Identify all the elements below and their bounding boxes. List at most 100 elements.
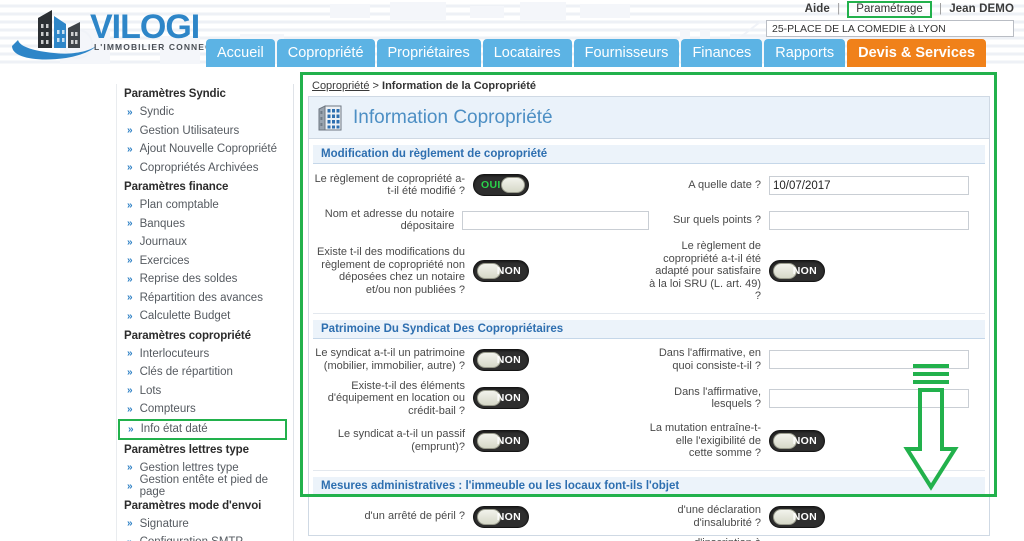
- form-field-right: Dans l'affirmative, en quoi consiste-t-i…: [649, 347, 985, 372]
- vilogi-logo[interactable]: VILOGI L'IMMOBILIER CONNECTÉ: [8, 2, 220, 64]
- settings-sidebar: Paramètres Syndic » Syndic » Gestion Utilisa…: [116, 84, 294, 541]
- sidebar-item-journaux[interactable]: » Journaux: [117, 233, 293, 252]
- field-label-nom-et-adresse-du-notaire-depositaire: Nom et adresse du notaire dépositaire: [324, 207, 455, 233]
- panel-title-bar: Information Copropriété: [309, 97, 989, 139]
- sidebar-item-info-etat-date[interactable]: » Info état daté: [118, 418, 287, 440]
- user-name[interactable]: Jean DEMO: [949, 3, 1014, 15]
- sidebar-item-exercices[interactable]: » Exercices: [117, 252, 293, 271]
- toggle-existe-t-il-des-modifications-du-reglement-de-co[interactable]: NON: [473, 260, 529, 283]
- input-dans-l-affirmative-lesquels[interactable]: [769, 388, 969, 408]
- toggle-value-label: NON: [792, 434, 817, 447]
- settings-link[interactable]: Paramétrage: [847, 1, 932, 18]
- toggle-value-label: OUI: [481, 179, 501, 191]
- nav-tab-fournisseurs[interactable]: Fournisseurs: [573, 39, 680, 67]
- input-a-quelle-date[interactable]: 10/07/2017: [769, 175, 969, 195]
- toggle-le-reglement-de-copropriete-a-t-il-ete-modifie[interactable]: OUI: [473, 174, 529, 196]
- toggle-value-label: NON: [496, 353, 521, 366]
- toggle-d-une-declaration-d-insalubrite[interactable]: NON: [769, 505, 825, 528]
- form-row: d'une injonction de travaux ?NONd'inscri…: [313, 537, 985, 541]
- toggle-d-un-arrete-de-peril[interactable]: NON: [473, 505, 529, 528]
- chevron-right-icon: »: [127, 310, 133, 322]
- sidebar-item-coproprietes-archivees[interactable]: » Copropriétés Archivées: [117, 159, 293, 178]
- sidebar-item-configuration-smtp[interactable]: » Configuration SMTP: [117, 533, 293, 541]
- field-label-le-reglement-de-copropriete-a-t-il-ete-adapte-po: Le règlement de copropriété a-t-il été a…: [649, 240, 761, 302]
- building-icon: [318, 104, 342, 130]
- form-row: Le règlement de copropriété a-t-il été m…: [313, 170, 985, 200]
- toggle-la-mutation-entraine-t-elle-l-exigibilite-de-cet[interactable]: NON: [769, 429, 825, 452]
- sidebar-item-label: Interlocuteurs: [139, 347, 210, 360]
- chevron-right-icon: »: [127, 125, 133, 137]
- sidebar-item-gestion-utilisateurs[interactable]: » Gestion Utilisateurs: [117, 122, 293, 141]
- chevron-right-icon: »: [127, 385, 133, 397]
- input-nom-et-adresse-du-notaire-depositaire[interactable]: [462, 210, 649, 230]
- form-row: Le syndicat a-t-il un passif (emprunt)? N…: [313, 422, 985, 460]
- sidebar-item-reprise-des-soldes[interactable]: » Reprise des soldes: [117, 270, 293, 289]
- header-separator-1: |: [837, 3, 841, 15]
- sidebar-item-signature[interactable]: » Signature: [117, 515, 293, 534]
- nav-tab-locataires[interactable]: Locataires: [482, 39, 572, 67]
- sidebar-item-label: Lots: [139, 384, 162, 397]
- chevron-right-icon: »: [127, 199, 133, 211]
- form-field-left: Existe t-il des modifications du règleme…: [313, 246, 649, 296]
- section-header-patrimoine-du-syndicat-des-coproprietaires: Patrimoine Du Syndicat Des Copropriétair…: [313, 319, 985, 339]
- form-field-right: d'inscription à l'inventaire ou de class…: [649, 537, 985, 541]
- field-label-sur-quels-points: Sur quels points ?: [672, 213, 761, 226]
- sidebar-item-gestion-entete-et-pied-de-page[interactable]: » Gestion entête et pied de page: [117, 474, 293, 498]
- form-field-right: Le règlement de copropriété a-t-il été a…: [649, 240, 985, 303]
- sidebar-item-label: Reprise des soldes: [139, 273, 238, 286]
- section-body-modification-du-reglement-de-copropriete: Le règlement de copropriété a-t-il été m…: [313, 164, 985, 314]
- sidebar-item-label: Gestion Utilisateurs: [139, 124, 240, 137]
- nav-tab-rapports[interactable]: Rapports: [764, 39, 846, 67]
- nav-tab-finances[interactable]: Finances: [681, 39, 763, 67]
- sidebar-group-title-parametres-mode-d-envoi: Paramètres mode d'envoi: [124, 499, 262, 512]
- toggle-value-label: NON: [496, 434, 521, 447]
- logo-wordmark: VILOGI: [90, 8, 199, 46]
- header-separator-2: |: [938, 3, 942, 15]
- sidebar-item-label: Journaux: [139, 236, 187, 249]
- sidebar-item-banques[interactable]: » Banques: [117, 215, 293, 234]
- sidebar-item-label: Répartition des avances: [139, 291, 263, 304]
- sidebar-item-compteurs[interactable]: » Compteurs: [117, 400, 293, 419]
- sidebar-item-label: Syndic: [139, 106, 175, 119]
- form-field-right: Dans l'affirmative, lesquels ?: [649, 386, 985, 411]
- sidebar-item-repartition-des-avances[interactable]: » Répartition des avances: [117, 289, 293, 308]
- sidebar-group-title-parametres-finance: Paramètres finance: [124, 181, 229, 193]
- breadcrumb-separator: >: [369, 80, 383, 92]
- nav-tab-accueil[interactable]: Accueil: [206, 39, 275, 67]
- nav-tab-devis-services[interactable]: Devis & Services: [847, 39, 987, 67]
- sidebar-item-plan-comptable[interactable]: » Plan comptable: [117, 196, 293, 215]
- input-dans-l-affirmative-en-quoi-consiste-t-il[interactable]: [769, 350, 969, 369]
- sidebar-item-lots[interactable]: » Lots: [117, 382, 293, 401]
- section-body-mesures-administratives-l-immeuble-ou-les-locaux: d'un arrêté de péril ? NON d'une déclarati…: [313, 496, 985, 541]
- sidebar-item-interlocuteurs[interactable]: » Interlocuteurs: [117, 345, 293, 364]
- sidebar-item-label: Banques: [139, 217, 185, 230]
- chevron-right-icon: »: [127, 236, 133, 248]
- sidebar-item-label: Plan comptable: [139, 199, 219, 212]
- sidebar-item-ajout-nouvelle-copropriete[interactable]: » Ajout Nouvelle Copropriété: [117, 140, 293, 159]
- help-link[interactable]: Aide: [805, 3, 830, 15]
- nav-tab-copropriete[interactable]: Copropriété: [276, 39, 375, 67]
- toggle-existe-t-il-des-elements-d-equipement-en-locatio[interactable]: NON: [473, 387, 529, 410]
- section-header-modification-du-reglement-de-copropriete: Modification du règlement de copropriété: [313, 145, 985, 164]
- sidebar-item-calculette-budget[interactable]: » Calculette Budget: [117, 307, 293, 326]
- form-field-right: La mutation entraîne-t-elle l'exigibilit…: [649, 422, 985, 460]
- sidebar-item-cles-de-repartition[interactable]: » Clés de répartition: [117, 363, 293, 382]
- chevron-right-icon: »: [127, 366, 133, 378]
- sidebar-group-title-parametres-copropriete: Paramètres copropriété: [124, 329, 251, 342]
- chevron-right-icon: »: [127, 106, 133, 118]
- current-property-address[interactable]: 25-PLACE DE LA COMEDIE à LYON: [766, 20, 1014, 37]
- sidebar-item-label: Info état daté: [140, 423, 208, 435]
- form-field-left: Le règlement de copropriété a-t-il été m…: [313, 173, 649, 198]
- nav-tab-proprietaires[interactable]: Propriétaires: [376, 39, 481, 67]
- input-sur-quels-points[interactable]: [769, 210, 969, 230]
- field-label-existe-t-il-des-elements-d-equipement-en-locatio: Existe-t-il des éléments d'équipement en…: [327, 379, 465, 417]
- toggle-le-reglement-de-copropriete-a-t-il-ete-adapte-po[interactable]: NON: [769, 260, 825, 283]
- toggle-le-syndicat-a-t-il-un-patrimoine-mobilier-immobi[interactable]: NON: [473, 348, 529, 371]
- sidebar-group-title-parametres-lettres-type: Paramètres lettres type: [124, 443, 249, 456]
- breadcrumb-root[interactable]: Copropriété: [312, 80, 369, 92]
- sidebar-item-syndic[interactable]: » Syndic: [117, 103, 293, 122]
- toggle-le-syndicat-a-t-il-un-passif-emprunt[interactable]: NON: [473, 429, 529, 452]
- chevron-right-icon: »: [127, 462, 133, 474]
- sidebar-item-label: Clés de répartition: [139, 366, 233, 379]
- sidebar-item-label: Configuration SMTP: [140, 536, 244, 541]
